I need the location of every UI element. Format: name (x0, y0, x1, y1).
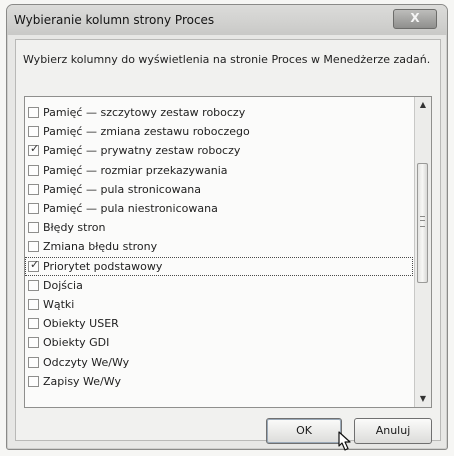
scroll-up-arrow-icon[interactable]: ▲ (415, 97, 431, 113)
mouse-pointer-icon (338, 431, 351, 451)
column-list-item[interactable]: ✓ Pamięć — prywatny zestaw roboczy (25, 141, 413, 160)
checkbox[interactable] (28, 337, 39, 349)
column-item-label: Błędy stron (43, 221, 106, 235)
checkbox[interactable] (28, 222, 39, 234)
column-list-item[interactable]: Pamięć — pula niestronicowana (25, 199, 413, 218)
column-item-label: Pamięć — szczytowy zestaw roboczy (43, 106, 246, 120)
checkbox[interactable]: ✓ (28, 142, 40, 157)
column-item-label: Pamięć — prywatny zestaw roboczy (43, 144, 241, 158)
checkmark-icon: ✓ (30, 257, 40, 271)
checkbox[interactable] (28, 356, 39, 368)
checkbox[interactable] (28, 164, 39, 176)
checkbox[interactable] (28, 126, 39, 138)
checkbox[interactable] (28, 183, 39, 195)
column-list-item[interactable]: Obiekty USER (25, 314, 413, 333)
checkbox[interactable] (28, 375, 39, 387)
column-item-label: Obiekty USER (43, 317, 119, 331)
column-list-item[interactable]: ✓ Priorytet podstawowy (25, 256, 413, 276)
column-list-item[interactable]: Dojścia (25, 276, 413, 295)
column-list-item[interactable]: Zmiana błędu strony (25, 237, 413, 256)
column-list-item[interactable]: Wątki (25, 295, 413, 314)
checkbox[interactable] (28, 203, 39, 215)
column-list-item[interactable]: Obiekty GDI (25, 333, 413, 352)
checkbox[interactable]: ✓ (28, 257, 40, 272)
grip-icon (420, 216, 425, 227)
cancel-button[interactable]: Anuluj (354, 418, 432, 444)
column-list-item[interactable]: Pamięć — zmiana zestawu roboczego (25, 122, 413, 141)
column-list-item[interactable]: Błędy stron (25, 218, 413, 237)
instructions-text: Wybierz kolumny do wyświetlenia na stron… (23, 53, 431, 66)
checkbox[interactable] (28, 298, 39, 310)
checkbox[interactable] (28, 279, 39, 291)
column-item-label: Pamięć — pula stronicowana (43, 182, 202, 196)
scroll-thumb[interactable] (417, 163, 428, 283)
close-button[interactable]: X (393, 9, 437, 29)
column-list-item[interactable]: Pamięć — rozmiar przekazywania (25, 161, 413, 180)
column-item-label: Obiekty GDI (43, 336, 110, 350)
column-item-label: Zmiana błędu strony (43, 240, 158, 254)
column-item-label: Pamięć — rozmiar przekazywania (43, 163, 228, 177)
column-list-item[interactable]: Zapisy We/Wy (25, 372, 413, 391)
vertical-scrollbar[interactable]: ▲ ▼ (414, 97, 431, 407)
close-icon: X (410, 11, 420, 25)
title-bar[interactable]: Wybieranie kolumn strony Proces X (7, 5, 447, 35)
column-item-label: Priorytet podstawowy (43, 259, 163, 273)
checkmark-icon: ✓ (30, 142, 40, 156)
dialog-body: Wybierz kolumny do wyświetlenia na stron… (15, 39, 441, 451)
checkbox[interactable] (28, 107, 39, 119)
checkbox[interactable] (28, 318, 39, 330)
column-list-items: Pamięć — szczytowy zestaw roboczy Pamięć … (25, 103, 413, 391)
column-list-item[interactable]: Pamięć — szczytowy zestaw roboczy (25, 103, 413, 122)
checkbox[interactable] (28, 241, 39, 253)
scroll-down-arrow-icon[interactable]: ▼ (415, 391, 431, 407)
column-item-label: Dojścia (43, 278, 83, 292)
column-item-label: Odczyty We/Wy (43, 355, 130, 369)
column-item-label: Wątki (43, 297, 75, 311)
column-list-item[interactable]: Odczyty We/Wy (25, 352, 413, 371)
dialog-title: Wybieranie kolumn strony Proces (14, 13, 215, 27)
ok-button[interactable]: OK (266, 418, 342, 444)
column-list[interactable]: Pamięć — szczytowy zestaw roboczy Pamięć … (24, 96, 432, 408)
column-item-label: Pamięć — zmiana zestawu roboczego (43, 125, 250, 139)
column-item-label: Pamięć — pula niestronicowana (43, 202, 218, 216)
column-item-label: Zapisy We/Wy (43, 374, 121, 388)
column-selection-dialog: Wybieranie kolumn strony Proces X Wybier… (6, 4, 448, 451)
column-list-item[interactable]: Pamięć — pula stronicowana (25, 180, 413, 199)
